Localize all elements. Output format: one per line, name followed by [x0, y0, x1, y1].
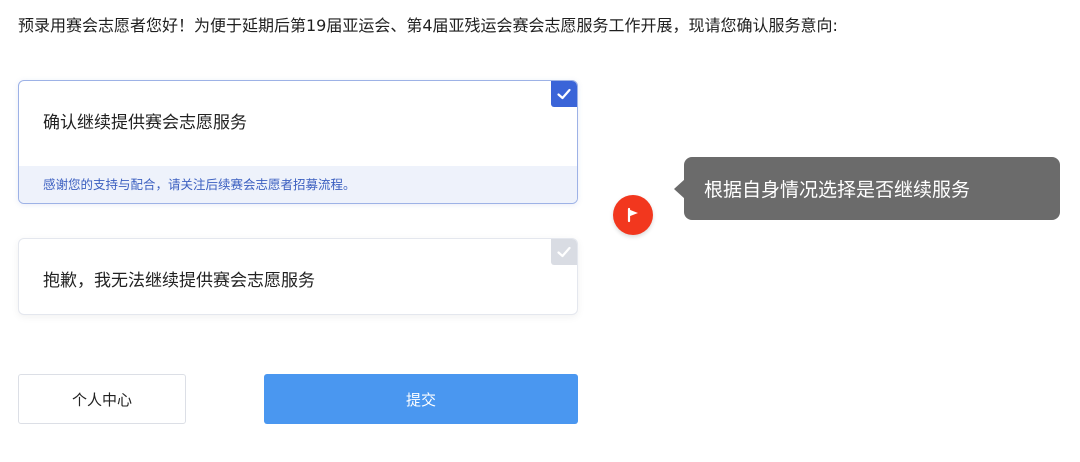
checkmark-icon — [551, 239, 577, 265]
option-decline-label: 抱歉，我无法继续提供赛会志愿服务 — [43, 271, 315, 291]
tooltip-text: 根据自身情况选择是否继续服务 — [704, 179, 971, 201]
guide-tooltip: 根据自身情况选择是否继续服务 — [684, 157, 1060, 220]
option-decline-service[interactable]: 抱歉，我无法继续提供赛会志愿服务 — [18, 238, 578, 315]
option-continue-label: 确认继续提供赛会志愿服务 — [43, 113, 247, 133]
intro-text: 预录用赛会志愿者您好！为便于延期后第19届亚运会、第4届亚残运会赛会志愿服务工作… — [18, 16, 838, 35]
checkmark-icon — [551, 81, 577, 107]
option-continue-service[interactable]: 确认继续提供赛会志愿服务 感谢您的支持与配合，请关注后续赛会志愿者招募流程。 — [18, 80, 578, 204]
submit-button[interactable]: 提交 — [264, 374, 578, 424]
option-continue-note: 感谢您的支持与配合，请关注后续赛会志愿者招募流程。 — [19, 166, 577, 203]
flag-icon — [613, 195, 653, 235]
personal-center-button[interactable]: 个人中心 — [18, 374, 186, 424]
